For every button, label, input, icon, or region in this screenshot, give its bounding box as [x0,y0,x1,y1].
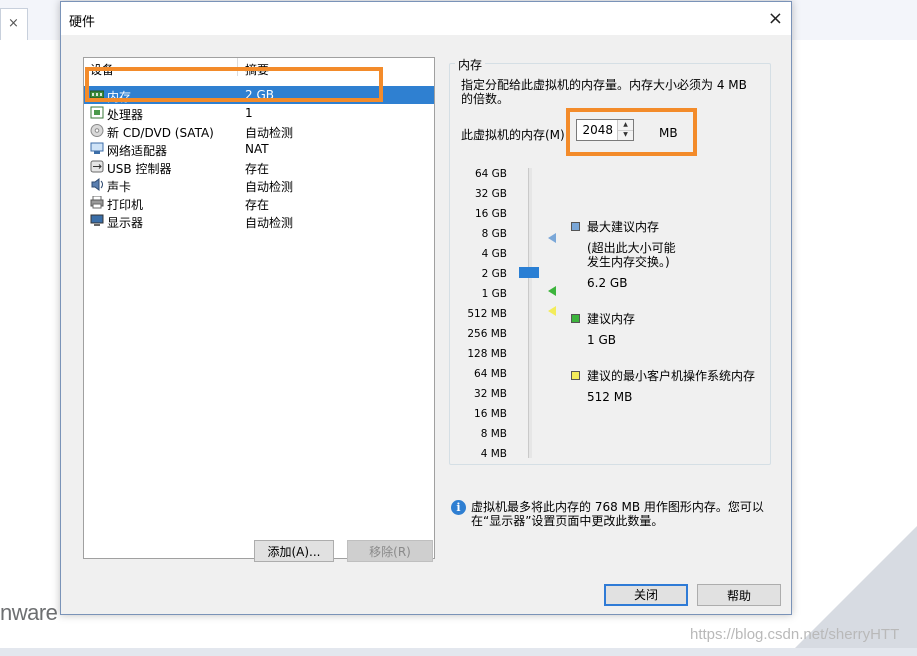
recommended-legend-value: 1 GB [587,333,616,347]
usb-icon [90,160,104,173]
printer-icon [90,196,104,209]
device-name: 网络适配器 [107,144,168,158]
scale-label: 32 GB [474,188,507,200]
dialog-title: 硬件 [69,15,96,30]
scale-label: 8 MB [480,428,507,440]
scale-label: 128 MB [467,348,507,360]
scale-label: 8 GB [481,228,507,240]
scale-label: 4 MB [480,448,507,460]
close-icon[interactable]: × [768,8,783,29]
highlight-box-memory-row [85,67,383,102]
device-row-sound[interactable]: 声卡 自动检测 [84,176,434,194]
display-icon [90,214,104,226]
device-name: 处理器 [107,108,144,122]
minimum-marker [548,306,556,316]
minimum-legend-swatch [571,371,580,380]
device-summary: 自动检测 [245,216,294,230]
device-row-printer[interactable]: 打印机 存在 [84,194,434,212]
max-legend-swatch [571,222,580,231]
scale-label: 512 MB [467,308,507,320]
max-legend-note: 发生内存交换。) [587,255,670,269]
scale-label: 32 MB [474,388,507,400]
device-summary: 1 [245,106,253,120]
memory-field-label: 此虚拟机的内存(M) [461,128,565,142]
scale-label: 64 GB [474,168,507,180]
scale-label: 2 GB [481,268,507,280]
max-legend-value: 6.2 GB [587,276,628,290]
device-row-network-adapter[interactable]: 网络适配器 NAT [84,140,434,158]
info-text: 虚拟机最多将此内存的 768 MB 用作图形内存。您可以在“显示器”设置页面中更… [471,500,764,528]
minimum-legend-value: 512 MB [587,390,633,404]
app-tab[interactable]: × [0,8,28,41]
memory-group-title: 内存 [455,56,486,73]
cd-dvd-icon [90,124,104,137]
tab-close-icon[interactable]: × [8,16,19,31]
remove-button[interactable]: 移除(R) [347,540,433,562]
scale-label: 4 GB [481,248,507,260]
device-name: 显示器 [107,216,144,230]
device-summary: 存在 [245,162,270,176]
scale-label: 16 MB [474,408,507,420]
info-icon: i [451,500,466,515]
scale-label: 256 MB [467,328,507,340]
max-legend-title: 最大建议内存 [587,220,660,234]
memory-slider-track[interactable] [528,168,532,458]
max-legend-note: (超出此大小可能 [587,241,676,255]
vmware-logo: nware [0,600,58,625]
app-bottom-strip [0,648,917,656]
device-row-usb[interactable]: USB 控制器 存在 [84,158,434,176]
network-adapter-icon [90,142,104,154]
add-button[interactable]: 添加(A)... [254,540,334,562]
watermark: https://blog.csdn.net/sherryHTT [690,626,900,643]
device-row-display[interactable]: 显示器 自动检测 [84,212,434,230]
device-name: 打印机 [107,198,144,212]
device-row-cd-dvd[interactable]: 新 CD/DVD (SATA) 自动检测 [84,122,434,140]
highlight-box-memory-value [566,108,697,156]
scale-label: 16 GB [474,208,507,220]
processor-icon [90,106,104,119]
sound-icon [91,178,103,191]
device-summary: 自动检测 [245,180,294,194]
max-recommended-marker [548,233,556,243]
memory-description: 指定分配给此虚拟机的内存量。内存大小必须为 4 MB 的倍数。 [461,78,747,106]
recommended-legend-swatch [571,314,580,323]
device-row-processor[interactable]: 处理器 1 [84,104,434,122]
help-button[interactable]: 帮助 [697,584,781,606]
device-summary: NAT [245,142,269,156]
minimum-legend-title: 建议的最小客户机操作系统内存 [587,369,756,383]
device-summary: 自动检测 [245,126,294,140]
scale-label: 64 MB [474,368,507,380]
close-button[interactable]: 关闭 [604,584,688,606]
memory-slider-thumb[interactable] [519,267,539,278]
recommended-marker [548,286,556,296]
device-summary: 存在 [245,198,270,212]
scale-label: 1 GB [481,288,507,300]
device-list: 设备 摘要 内存 2 GB 处理器 1 新 CD/DVD (SATA) 自动检测 [83,57,435,559]
device-name: 声卡 [107,180,132,194]
device-name: 新 CD/DVD (SATA) [107,126,214,140]
recommended-legend-title: 建议内存 [587,312,636,326]
device-name: USB 控制器 [107,162,172,176]
